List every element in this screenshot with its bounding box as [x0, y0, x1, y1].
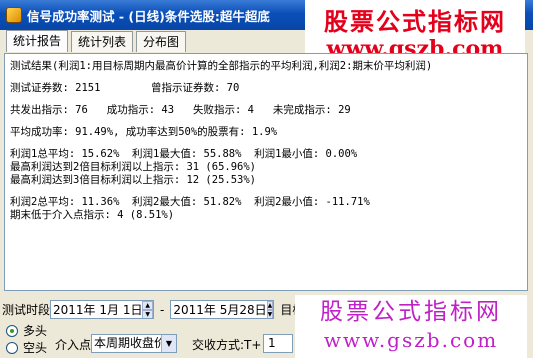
trade-mode-label: 交收方式:T+ — [192, 338, 262, 352]
end-date-spinner[interactable]: ▲ ▼ — [266, 301, 274, 318]
chevron-down-icon[interactable]: ▼ — [161, 335, 176, 352]
watermark-top-cn: 股票公式指标网 — [324, 8, 506, 36]
watermark-logo-bottom: 股票公式指标网 www.gszb.com — [295, 295, 527, 358]
long-radio-dot[interactable] — [6, 324, 18, 337]
short-radio-label: 空头 — [23, 341, 48, 355]
entry-point-value: 本周期收盘价 — [94, 336, 167, 350]
end-date-picker[interactable]: 2011年 5月28日 ▲ ▼ — [170, 300, 275, 319]
long-radio[interactable]: 多头 — [6, 322, 47, 339]
end-date-value: 2011年 5月28日 — [173, 303, 267, 317]
window-title: 信号成功率测试 - (日线)条件选股:超牛超底 — [27, 8, 270, 24]
watermark-logo-top: 股票公式指标网 www.gszb.com — [305, 0, 525, 61]
long-radio-label: 多头 — [23, 324, 48, 338]
report-line-signals: 共发出指示: 76 成功指示: 43 失败指示: 4 未完成指示: 29 — [10, 104, 351, 116]
tab-stats-report[interactable]: 统计报告 — [6, 30, 69, 52]
report-line-success-rate: 平均成功率: 91.49%, 成功率达到50%的股票有: 1.9% — [10, 126, 278, 138]
report-text-area[interactable]: 测试结果(利润1:用目标周期内最高价计算的全部指示的平均利润,利润2:期末价平均… — [4, 53, 528, 291]
tab-distribution-chart[interactable]: 分布图 — [136, 31, 187, 52]
entry-point-select[interactable]: 本周期收盘价 ▼ — [91, 334, 177, 353]
short-radio[interactable]: 空头 — [6, 339, 47, 356]
report-line-profit1: 利润1总平均: 15.62% 利润1最大值: 55.88% 利润1最小值: 0.… — [10, 148, 358, 160]
trade-mode-input[interactable]: 1 — [263, 334, 293, 353]
report-line-2x-target: 最高利润达到2倍目标利润以上指示: 31 (65.96%) — [10, 161, 257, 173]
watermark-bottom-cn: 股票公式指标网 — [320, 299, 502, 325]
period-label: 测试时段 — [2, 303, 51, 317]
app-icon — [6, 7, 22, 23]
entry-label: 介入点 — [55, 338, 92, 352]
watermark-bottom-url: www.gszb.com — [323, 328, 499, 352]
short-radio-dot[interactable] — [6, 341, 18, 354]
tab-stats-list[interactable]: 统计列表 — [71, 31, 134, 52]
report-line-3x-target: 最高利润达到3倍目标利润以上指示: 12 (25.53%) — [10, 174, 257, 186]
start-date-picker[interactable]: 2011年 1月 1日 ▲ ▼ — [50, 300, 155, 319]
start-date-value: 2011年 1月 1日 — [53, 303, 143, 317]
report-line-securities: 测试证券数: 2151 曾指示证券数: 70 — [10, 82, 240, 94]
report-line-profit2: 利润2总平均: 11.36% 利润2最大值: 51.82% 利润2最小值: -1… — [10, 196, 370, 208]
report-line-result: 测试结果(利润1:用目标周期内最高价计算的全部指示的平均利润,利润2:期末价平均… — [10, 60, 433, 72]
controls-panel: 测试时段 2011年 1月 1日 ▲ ▼ - 2011年 5月28日 ▲ ▼ 目标 … — [0, 295, 533, 358]
start-date-spinner[interactable]: ▲ ▼ — [142, 301, 154, 318]
date-separator: - — [160, 302, 165, 317]
report-line-below-entry: 期末低于介入点指示: 4 (8.51%) — [10, 209, 175, 221]
tab-strip: 统计报告 统计列表 分布图 — [6, 30, 189, 53]
